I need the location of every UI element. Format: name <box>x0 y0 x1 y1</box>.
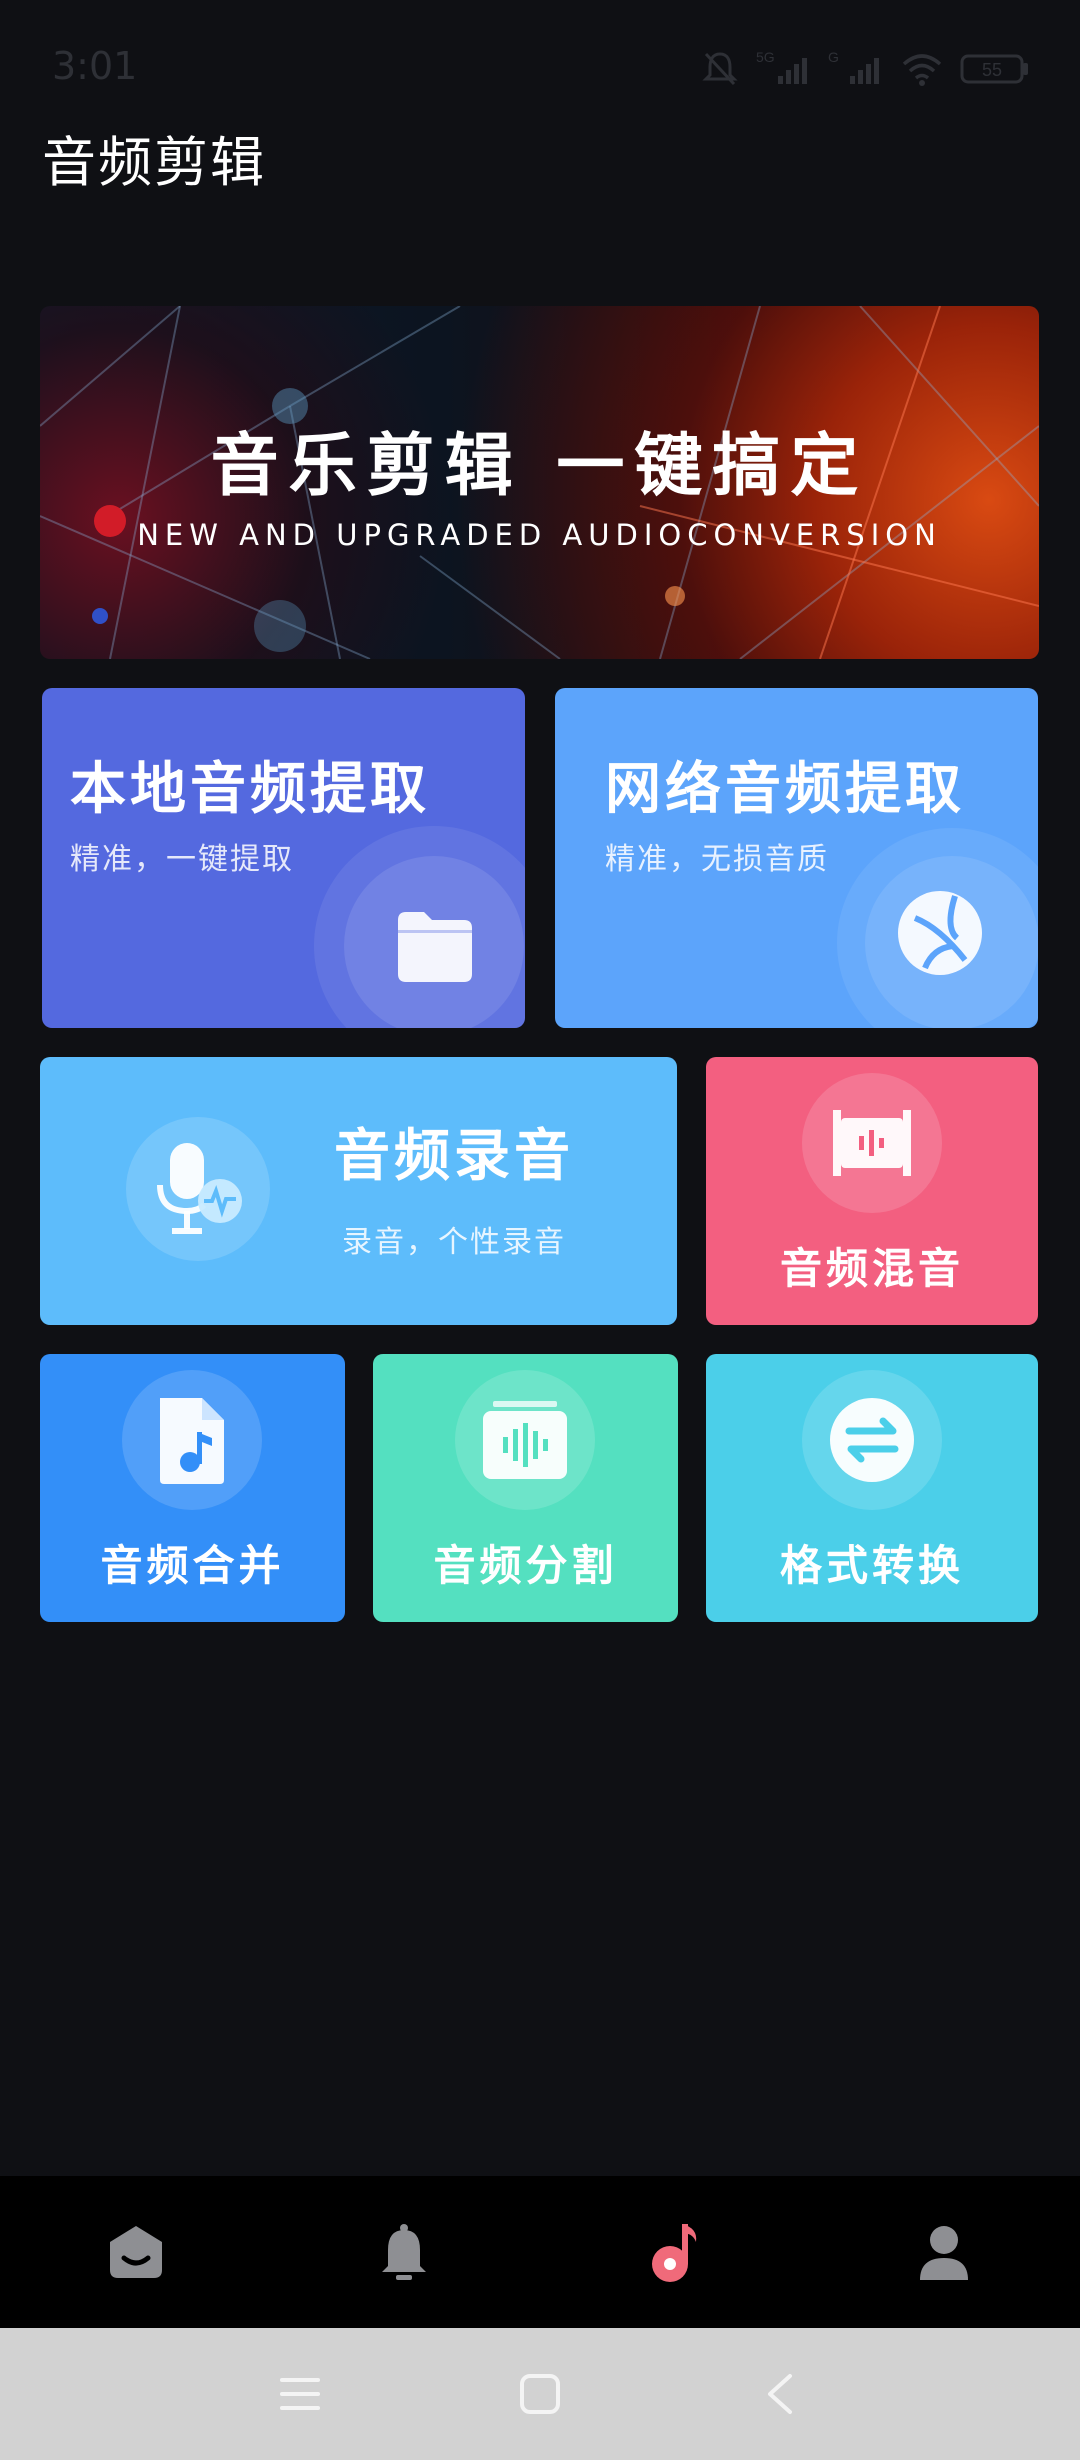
folder-icon <box>398 912 472 982</box>
waveform-icon <box>483 1401 567 1479</box>
nav-notifications[interactable] <box>372 2220 436 2284</box>
system-home-button[interactable] <box>508 2362 572 2426</box>
mixer-icon <box>833 1110 911 1176</box>
network-audio-extract-card[interactable]: 网络音频提取 精准，无损音质 <box>555 688 1038 1028</box>
svg-text:5G: 5G <box>756 49 775 65</box>
card-title: 音频混音 <box>779 1244 964 1293</box>
music-file-icon <box>160 1398 224 1484</box>
nav-home[interactable] <box>104 2220 168 2284</box>
profile-icon <box>920 2226 968 2280</box>
system-back-button[interactable] <box>748 2362 812 2426</box>
app-screen: 3:01 5G G 55 音频剪辑 音乐剪辑 一键搞定 NEW AND UPGR… <box>0 0 1080 2460</box>
format-convert-card[interactable]: 格式转换 <box>706 1354 1038 1622</box>
menu-icon <box>280 2378 320 2410</box>
promo-banner[interactable]: 音乐剪辑 一键搞定 NEW AND UPGRADED AUDIOCONVERSI… <box>40 306 1039 659</box>
local-audio-extract-card[interactable]: 本地音频提取 精准，一键提取 <box>42 688 525 1028</box>
card-title: 格式转换 <box>779 1541 964 1590</box>
status-icons: 5G G 55 <box>700 48 1030 88</box>
card-title: 网络音频提取 <box>605 757 965 822</box>
card-subtitle: 精准，一键提取 <box>70 842 294 877</box>
home-icon <box>110 2226 162 2278</box>
wifi-icon <box>902 54 942 86</box>
back-icon <box>768 2374 792 2414</box>
signal-g-icon: G <box>828 49 879 84</box>
card-subtitle: 录音，个性录音 <box>342 1225 566 1260</box>
icon-halo <box>122 1370 262 1510</box>
nav-music[interactable] <box>642 2220 706 2284</box>
card-subtitle: 精准，无损音质 <box>605 842 829 877</box>
swap-icon <box>830 1398 914 1482</box>
svg-text:55: 55 <box>982 60 1002 80</box>
signal-5g-icon: 5G <box>756 49 807 84</box>
audio-record-card[interactable]: 音频录音 录音，个性录音 <box>40 1057 677 1325</box>
system-nav-bar <box>0 2328 1080 2460</box>
icon-halo <box>455 1370 595 1510</box>
globe-icon <box>898 891 982 975</box>
microphone-icon <box>157 1143 242 1234</box>
bell-icon <box>382 2224 426 2280</box>
audio-split-card[interactable]: 音频分割 <box>373 1354 678 1622</box>
banner-subtitle: NEW AND UPGRADED AUDIOCONVERSION <box>137 518 942 552</box>
status-time: 3:01 <box>52 44 138 88</box>
system-menu-button[interactable] <box>268 2362 332 2426</box>
card-title: 音频分割 <box>433 1541 618 1590</box>
bottom-nav <box>0 2176 1080 2328</box>
status-bar: 3:01 5G G 55 <box>0 0 1080 130</box>
mute-bell-icon <box>702 52 738 86</box>
audio-mix-card[interactable]: 音频混音 <box>706 1057 1038 1325</box>
card-title: 音频录音 <box>334 1124 574 1189</box>
music-note-icon <box>652 2224 697 2282</box>
home-square-icon <box>520 2374 560 2414</box>
svg-text:G: G <box>828 49 839 65</box>
card-title: 本地音频提取 <box>70 757 430 822</box>
card-title: 音频合并 <box>100 1541 285 1590</box>
battery-icon: 55 <box>960 54 1028 84</box>
icon-halo <box>802 1073 942 1213</box>
audio-merge-card[interactable]: 音频合并 <box>40 1354 345 1622</box>
icon-halo <box>802 1370 942 1510</box>
page-title: 音频剪辑 <box>42 131 266 194</box>
banner-title: 音乐剪辑 一键搞定 <box>210 427 869 506</box>
nav-profile[interactable] <box>912 2220 976 2284</box>
